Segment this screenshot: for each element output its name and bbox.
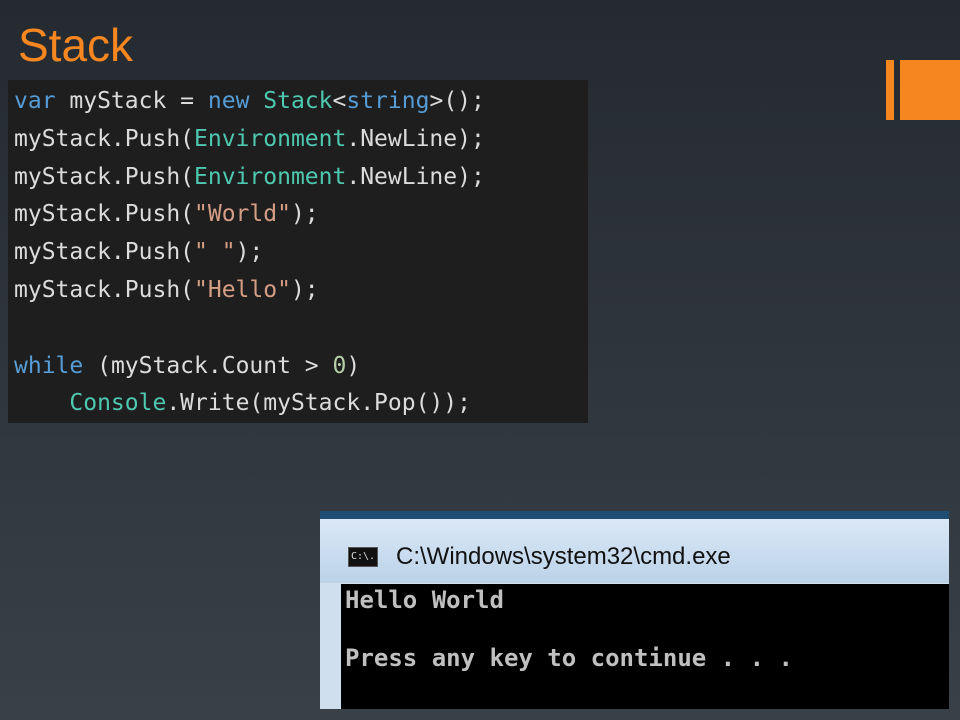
code-token: while <box>14 352 84 379</box>
code-lines: var myStack = new Stack<string>(); myStac… <box>14 83 485 423</box>
code-line: myStack.Push("World"); <box>14 196 485 234</box>
code-line: var myStack = new Stack<string>(); <box>14 83 485 121</box>
console-output: Hello World Press any key to continue . .… <box>345 586 793 673</box>
code-line: myStack.Push(Environment.NewLine); <box>14 159 485 197</box>
console-title: C:\Windows\system32\cmd.exe <box>396 543 731 570</box>
code-token: Environment <box>194 125 347 152</box>
console-screen: Hello World Press any key to continue . .… <box>341 584 949 709</box>
code-token: (myStack.Count > <box>83 352 333 379</box>
code-token: myStack.Push( <box>14 125 195 152</box>
console-window: C:\. C:\Windows\system32\cmd.exe Hello W… <box>320 511 949 709</box>
accent-block <box>900 60 960 120</box>
code-token: Console <box>69 390 167 417</box>
code-token: " " <box>194 239 236 266</box>
code-token: myStack.Push( <box>14 163 195 190</box>
cmd-icon: C:\. <box>348 547 378 567</box>
code-token: "Hello" <box>194 276 291 303</box>
accent-bar <box>886 60 894 120</box>
code-token: ); <box>290 201 319 228</box>
code-token: myStack.Push( <box>14 239 195 266</box>
code-token: Stack <box>263 88 333 114</box>
console-titlebar: C:\. C:\Windows\system32\cmd.exe <box>320 519 949 583</box>
code-token: .NewLine); <box>346 163 485 190</box>
code-token: .NewLine); <box>346 125 485 152</box>
code-token: myStack = <box>55 88 208 114</box>
code-line: while (myStack.Count > 0) <box>14 348 485 386</box>
code-token: myStack.Push( <box>14 201 195 228</box>
code-token: var <box>14 88 56 114</box>
code-line: myStack.Push("Hello"); <box>14 272 485 310</box>
console-line: Hello World <box>345 586 504 614</box>
code-token: ); <box>290 276 319 303</box>
code-line: myStack.Push(Environment.NewLine); <box>14 121 485 159</box>
code-token: ) <box>346 352 361 379</box>
code-token: "World" <box>194 201 291 228</box>
code-token: ); <box>235 239 264 266</box>
code-token: Environment <box>194 163 347 190</box>
code-token: new <box>207 88 250 114</box>
code-token: 0 <box>332 352 347 379</box>
code-line: Console.Write(myStack.Pop()); <box>14 385 485 423</box>
console-line: Press any key to continue . . . <box>345 644 793 672</box>
code-token: string <box>346 88 430 114</box>
code-line: myStack.Push(" "); <box>14 234 485 272</box>
code-screenshot: var myStack = new Stack<string>(); myStac… <box>8 80 588 423</box>
code-token: myStack.Push( <box>14 276 195 303</box>
slide-title: Stack <box>18 19 134 71</box>
code-token: >(); <box>429 88 485 114</box>
code-token: .Write(myStack.Pop()); <box>166 390 471 417</box>
code-token: < <box>332 88 347 114</box>
title-accent-decoration <box>886 60 960 120</box>
